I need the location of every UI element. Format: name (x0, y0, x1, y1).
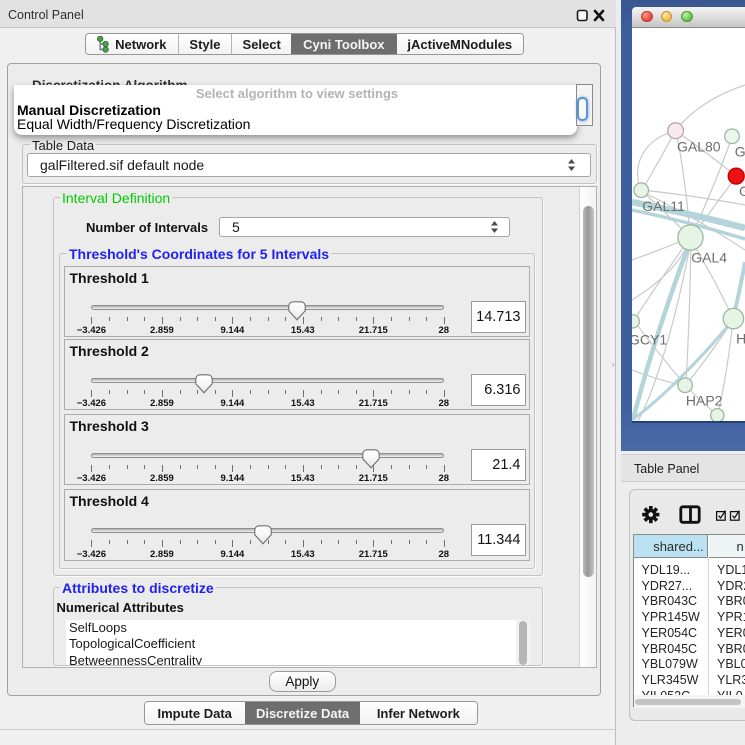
svg-text:GAL80: GAL80 (677, 139, 721, 155)
svg-text:GAL: GAL (735, 144, 745, 160)
svg-text:HA: HA (736, 331, 745, 347)
svg-text:GAL4: GAL4 (691, 250, 727, 266)
svg-text:GC: GC (739, 183, 745, 199)
svg-text:HAP2: HAP2 (686, 393, 723, 409)
svg-text:GAL11: GAL11 (642, 198, 685, 214)
svg-text:GCY1: GCY1 (632, 332, 667, 348)
